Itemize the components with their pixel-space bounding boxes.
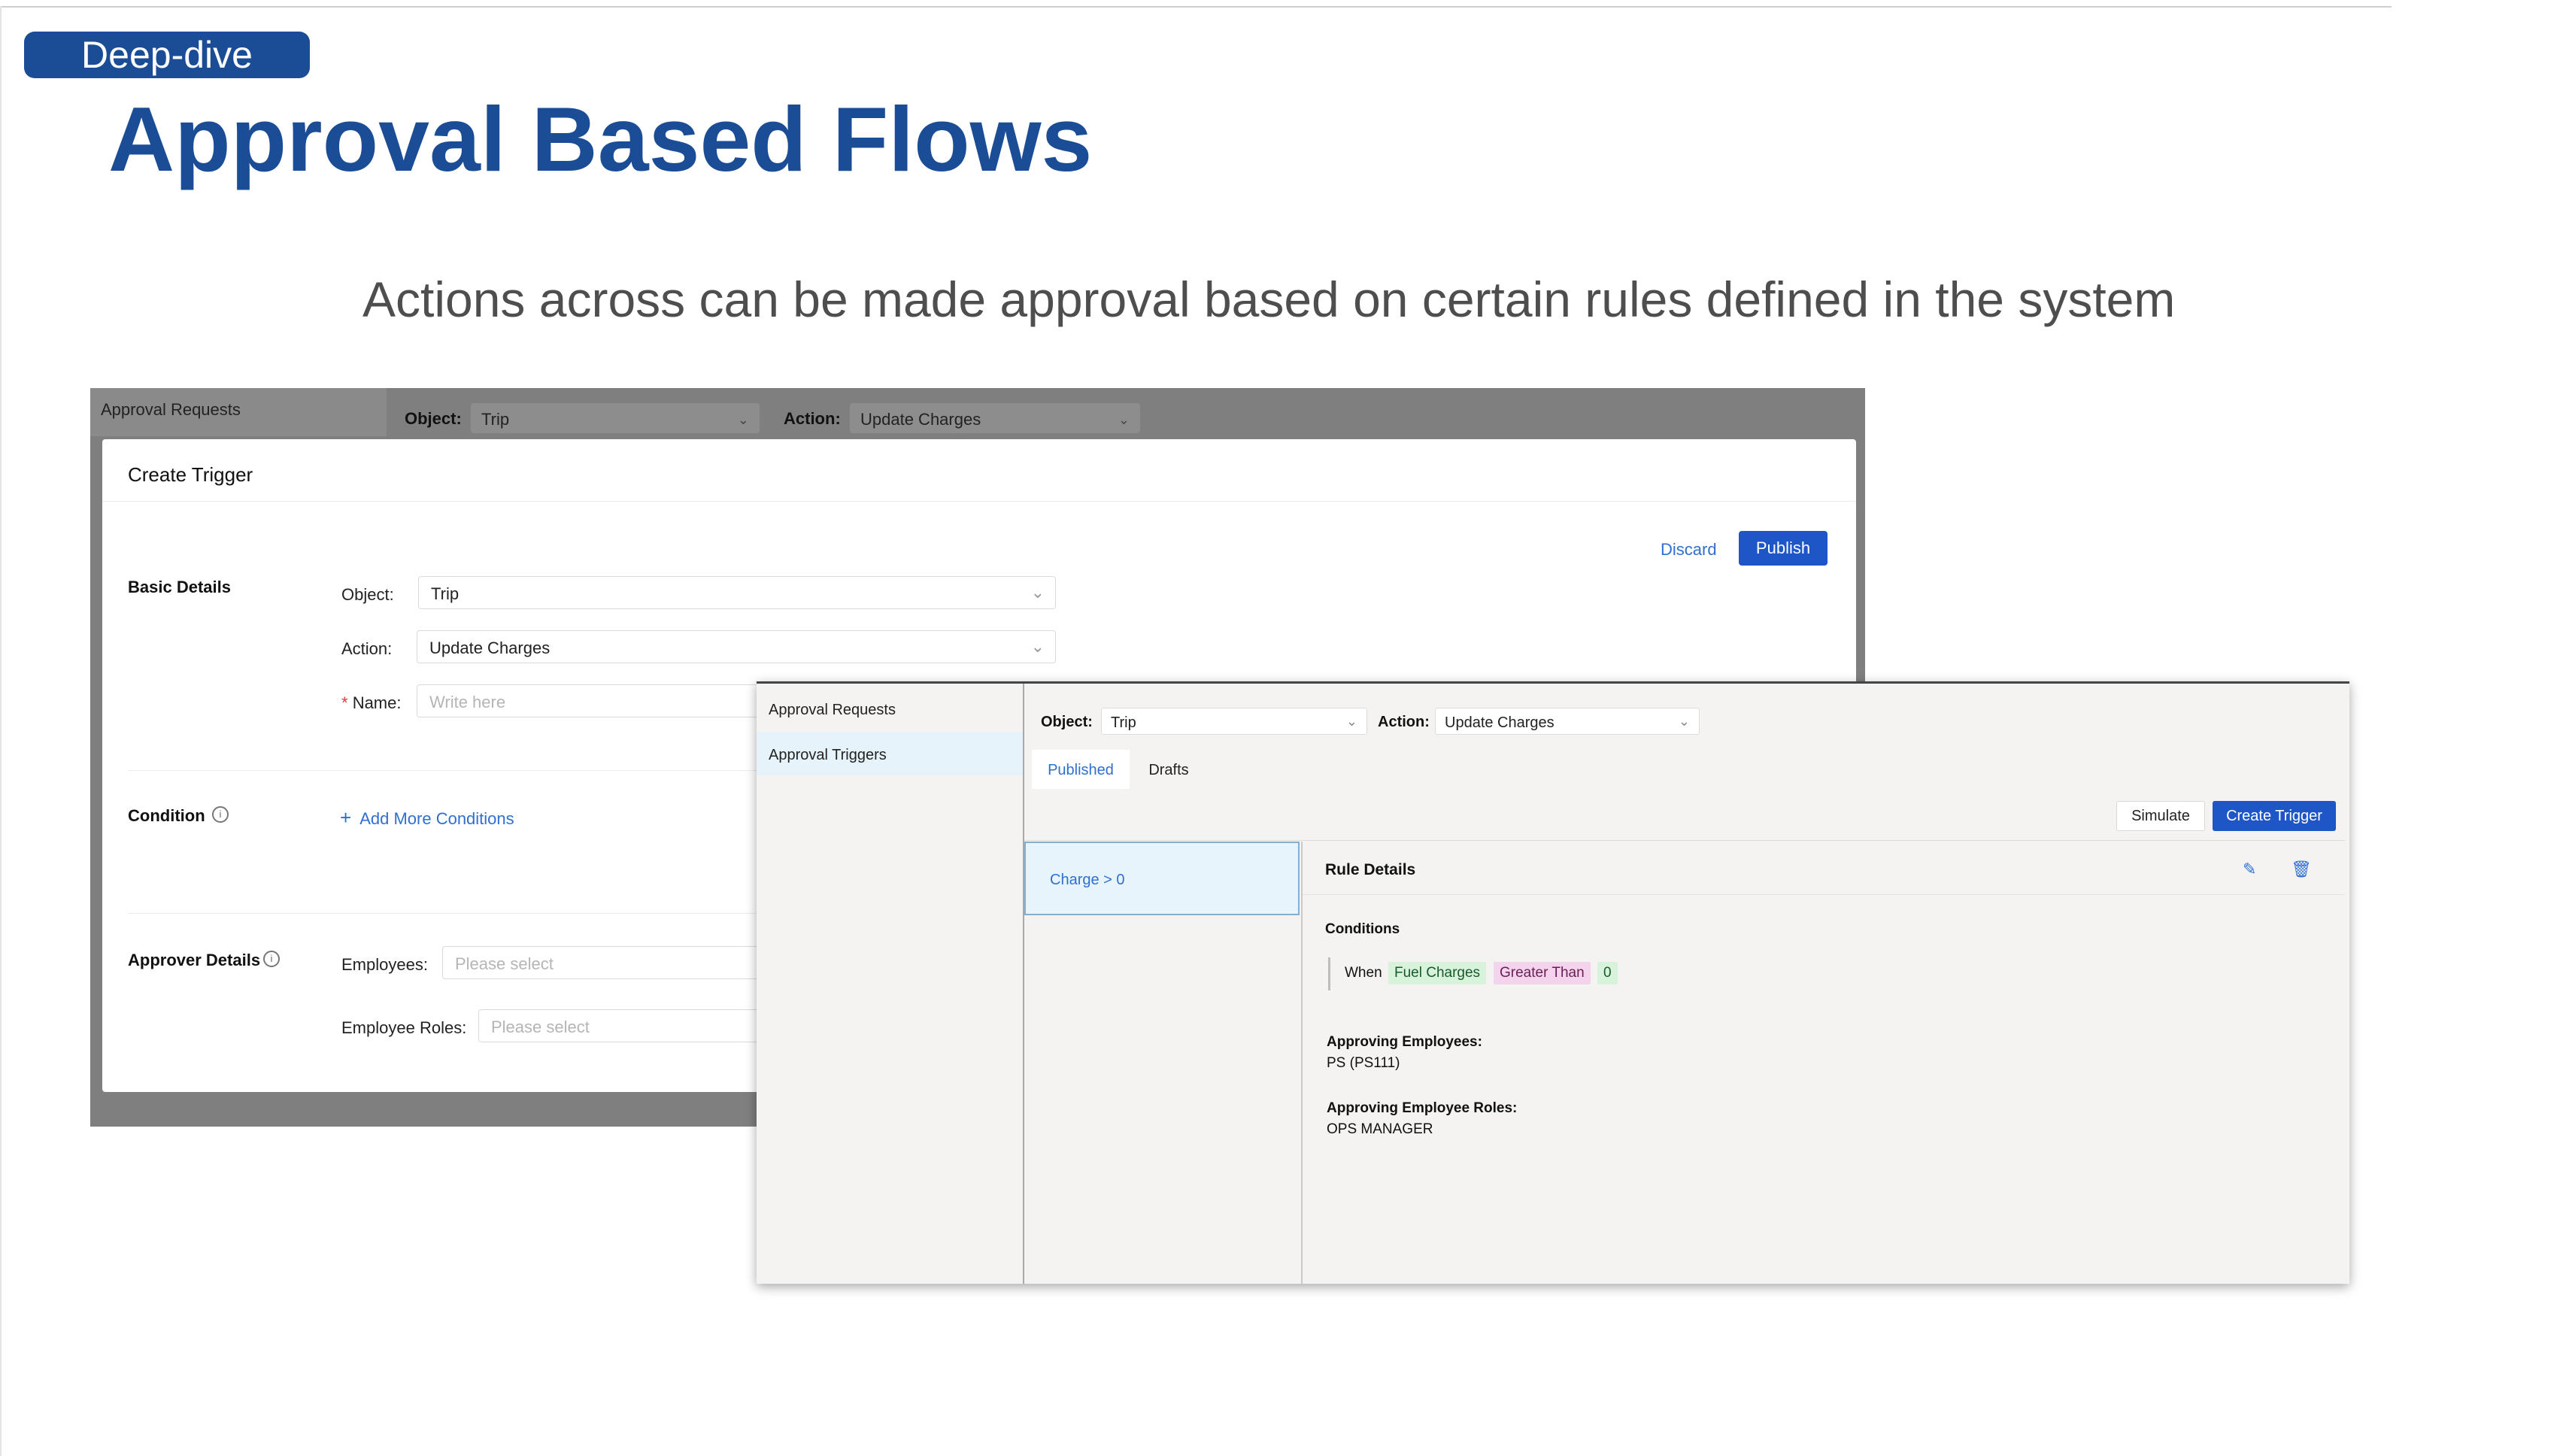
sidebar: Approval Requests Approval Triggers: [757, 684, 1024, 1284]
approver-details-heading: Approver Details: [128, 951, 261, 969]
object-field-select[interactable]: Trip ⌄: [418, 576, 1056, 609]
name-field-label: * Name:: [341, 693, 402, 712]
deep-dive-tag: Deep-dive: [24, 32, 310, 78]
divider: [1024, 840, 2345, 841]
page-title: Approval Based Flows: [108, 88, 1093, 190]
rule-details-heading: Rule Details: [1325, 861, 1416, 878]
condition-when: When: [1345, 965, 1382, 981]
conditions-heading: Conditions: [1325, 921, 1400, 937]
action-field-label: Action:: [341, 639, 393, 658]
basic-details-heading: Basic Details: [128, 578, 231, 596]
action-field-select[interactable]: Update Charges ⌄: [417, 630, 1056, 663]
slide-left-rule: [0, 6, 2, 1456]
action-filter-label: Action:: [784, 409, 841, 428]
divider: [1303, 894, 2345, 895]
divider: [1301, 842, 1303, 1284]
tab-published[interactable]: Published: [1032, 750, 1130, 789]
chevron-down-icon: ⌄: [1030, 583, 1045, 602]
delete-icon[interactable]: 🗑: [2291, 860, 2312, 879]
condition-heading: Condition: [128, 806, 205, 825]
required-marker: *: [341, 693, 348, 712]
create-trigger-button[interactable]: Create Trigger: [2213, 801, 2336, 831]
object-filter-label: Object:: [405, 409, 462, 428]
info-icon: i: [263, 951, 280, 967]
tab-drafts[interactable]: Drafts: [1133, 750, 1205, 789]
object-filter-label: Object:: [1041, 714, 1093, 730]
employees-label: Employees:: [341, 955, 428, 974]
approving-employees-value: PS (PS111): [1327, 1055, 1400, 1071]
sidebar-item-approval-triggers[interactable]: Approval Triggers: [757, 732, 1023, 775]
condition-value-chip: 0: [1597, 962, 1618, 984]
approval-triggers-screenshot: Approval Requests Approval Triggers Obje…: [757, 681, 2349, 1284]
approving-roles-label: Approving Employee Roles:: [1327, 1100, 1518, 1116]
chevron-down-icon: ⌄: [1030, 637, 1045, 656]
slide-top-rule: [0, 6, 2392, 8]
employee-roles-label: Employee Roles:: [341, 1018, 467, 1037]
condition-indent-bar: [1328, 957, 1330, 990]
object-filter-select[interactable]: Trip ⌄: [1101, 708, 1367, 735]
edit-icon[interactable]: ✎: [2243, 860, 2256, 879]
info-icon: i: [212, 806, 229, 823]
add-more-conditions-link[interactable]: + Add More Conditions: [340, 806, 514, 830]
chevron-down-icon: ⌄: [1118, 412, 1130, 427]
sidebar-item-label: Approval Requests: [101, 400, 241, 419]
chevron-down-icon: ⌄: [1678, 714, 1690, 729]
publish-button[interactable]: Publish: [1739, 531, 1828, 566]
simulate-button[interactable]: Simulate: [2116, 801, 2205, 831]
chevron-down-icon: ⌄: [737, 412, 749, 427]
action-filter-label: Action:: [1378, 714, 1430, 730]
dialog-title: Create Trigger: [128, 463, 253, 486]
divider: [102, 501, 1856, 502]
condition-field-chip: Fuel Charges: [1388, 962, 1487, 984]
discard-button[interactable]: Discard: [1661, 540, 1717, 560]
list-item-rule[interactable]: Charge > 0: [1024, 842, 1300, 915]
sidebar-item-approval-requests[interactable]: Approval Requests: [90, 388, 387, 436]
approving-roles-value: OPS MANAGER: [1327, 1121, 1433, 1137]
object-filter-select[interactable]: Trip ⌄: [471, 403, 760, 433]
action-filter-select[interactable]: Update Charges ⌄: [850, 403, 1140, 433]
slide-subtitle: Actions across can be made approval base…: [362, 271, 2176, 327]
sidebar-item-approval-requests[interactable]: Approval Requests: [757, 687, 1023, 730]
condition-operator-chip: Greater Than: [1494, 962, 1591, 984]
object-field-label: Object:: [341, 585, 394, 604]
plus-icon: +: [340, 806, 352, 829]
approving-employees-label: Approving Employees:: [1327, 1034, 1482, 1050]
action-filter-select[interactable]: Update Charges ⌄: [1435, 708, 1700, 735]
chevron-down-icon: ⌄: [1345, 714, 1357, 729]
